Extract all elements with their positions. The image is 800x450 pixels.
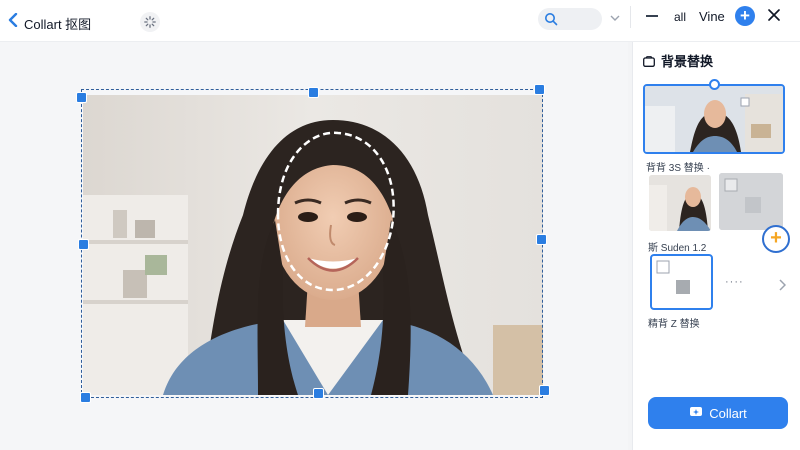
resize-handle-bottom-right[interactable] bbox=[539, 385, 550, 396]
resize-handle-top-center[interactable] bbox=[308, 87, 319, 98]
editor-canvas bbox=[0, 42, 628, 450]
background-replace-panel: 背景替换 背背 3S 替换 · + 斯 Suden 1.2 ···· 精背 Z … bbox=[632, 42, 800, 450]
caption-2: 斯 Suden 1.2 bbox=[648, 243, 707, 254]
app-title: Collart 抠图 bbox=[24, 17, 92, 32]
background-option-selected[interactable] bbox=[643, 84, 785, 154]
portrait-photo bbox=[83, 95, 543, 395]
all-label[interactable]: all bbox=[674, 10, 686, 24]
background-option-2[interactable] bbox=[649, 175, 711, 231]
caption-3: 精背 Z 替换 bbox=[648, 319, 700, 330]
loading-spinner-icon bbox=[140, 12, 160, 32]
vine-label[interactable]: Vine bbox=[699, 9, 725, 24]
resize-handle-bottom-center[interactable] bbox=[313, 388, 324, 399]
search-icon bbox=[544, 12, 558, 31]
resize-handle-top-left[interactable] bbox=[76, 92, 87, 103]
sparkle-icon bbox=[689, 405, 703, 422]
resize-handle-bottom-left[interactable] bbox=[80, 392, 91, 403]
search-input[interactable] bbox=[538, 8, 602, 30]
close-icon[interactable] bbox=[767, 8, 781, 22]
panel-title: 背景替换 bbox=[661, 54, 714, 69]
collart-button-label: Collart bbox=[709, 405, 747, 421]
more-dots[interactable]: ···· bbox=[725, 276, 744, 288]
resize-handle-top-right[interactable] bbox=[534, 84, 545, 95]
caption-1: 背背 3S 替换 · bbox=[646, 163, 710, 174]
background-option-blank[interactable] bbox=[650, 254, 713, 310]
toolbar-divider bbox=[630, 6, 631, 28]
top-bar: Collart 抠图 all Vine + bbox=[0, 0, 800, 42]
image-icon bbox=[643, 54, 655, 67]
collart-button[interactable]: Collart bbox=[648, 397, 788, 429]
chevron-right-icon[interactable] bbox=[778, 278, 787, 291]
selected-indicator bbox=[709, 79, 720, 90]
resize-handle-right-center[interactable] bbox=[536, 234, 547, 245]
background-option-3[interactable] bbox=[719, 173, 783, 230]
back-arrow-icon[interactable] bbox=[8, 12, 22, 29]
minimize-icon[interactable] bbox=[646, 15, 658, 17]
chevron-down-icon[interactable] bbox=[609, 11, 621, 23]
add-orange-icon[interactable]: + bbox=[762, 225, 790, 253]
resize-handle-left-center[interactable] bbox=[78, 239, 89, 250]
add-icon[interactable]: + bbox=[735, 6, 755, 26]
